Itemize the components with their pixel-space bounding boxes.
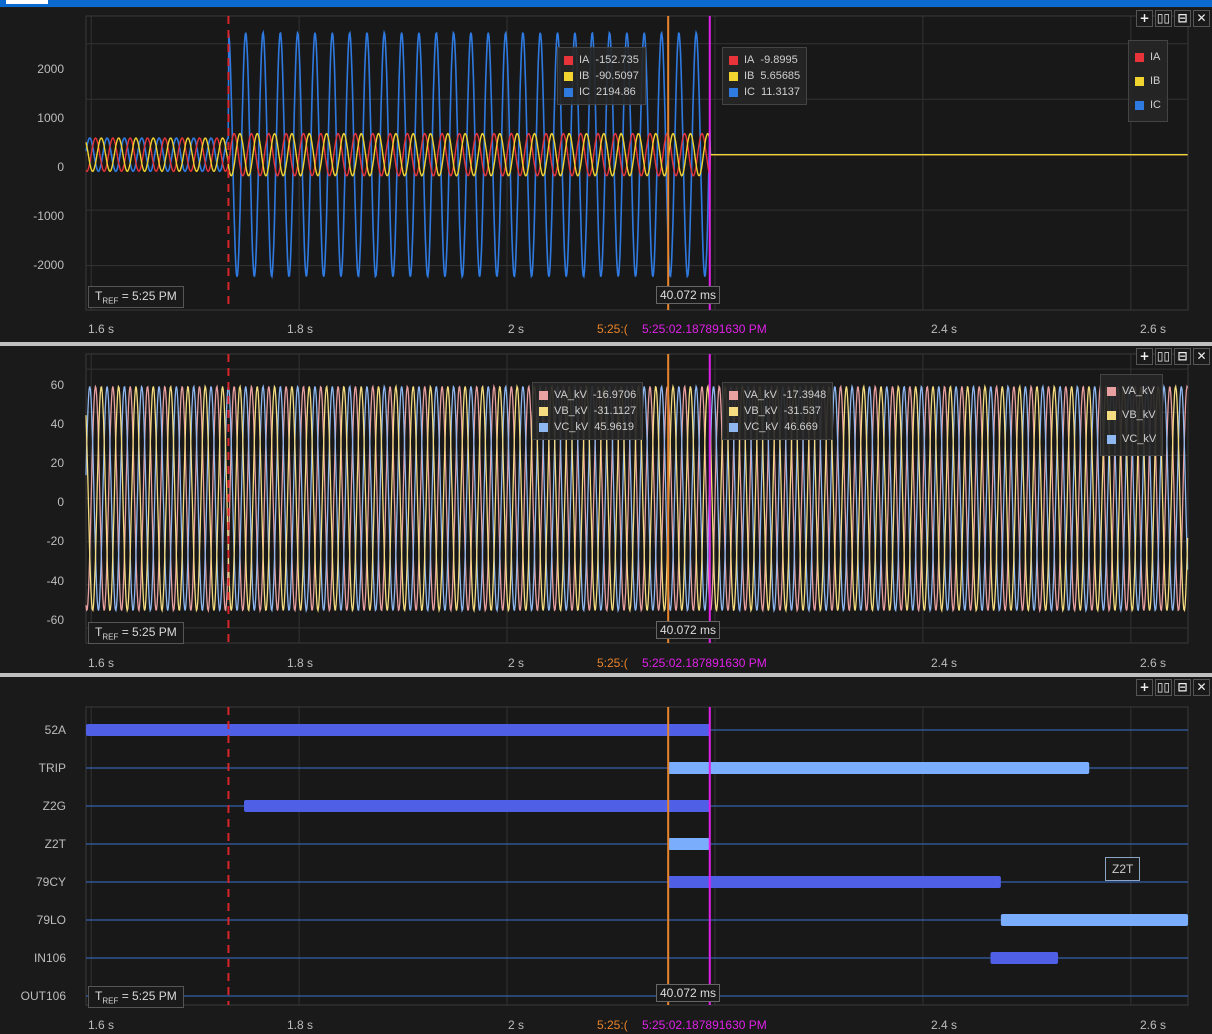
y-tick-label: 60 xyxy=(50,378,64,392)
cursor-readout-magenta: VA_kV -17.3948 VB_kV -31.537 VC_kV 46.669 xyxy=(722,382,834,440)
x-tick-label: 1.8 s xyxy=(287,322,314,336)
legend-vc[interactable]: VC_kV xyxy=(1122,433,1156,445)
y-tick-label: 0 xyxy=(57,160,64,174)
y-tick-label: -60 xyxy=(46,613,64,627)
ic-swatch xyxy=(729,87,738,97)
y-tick-label: 40 xyxy=(50,417,64,431)
split-rows-icon[interactable]: ⊟ xyxy=(1174,10,1191,27)
orange-cursor-time: 5:25:( xyxy=(597,322,628,336)
cursor-readout-orange: VA_kV -16.9706 VB_kV -31.1127 VC_kV 45.9619 xyxy=(532,382,644,440)
y-tick-label: -2000 xyxy=(33,258,64,272)
x-tick-label: 1.6 s xyxy=(88,322,115,336)
legend-vb[interactable]: VB_kV xyxy=(1122,409,1156,421)
split-columns-icon[interactable]: ▯▯ xyxy=(1155,10,1172,27)
ic-swatch xyxy=(564,87,573,97)
channel-label-79lo: 79LO xyxy=(36,913,66,927)
channel-bar-z2t xyxy=(668,838,710,850)
tref-box: TREF = 5:25 PM xyxy=(88,622,184,645)
tref-box: TREF = 5:25 PM xyxy=(88,286,184,309)
split-rows-icon[interactable]: ⊟ xyxy=(1174,679,1191,696)
cursor-delta-label: 40.072 ms xyxy=(656,984,721,1002)
channel-bar-trip xyxy=(668,762,1090,774)
voltage-chart-panel: + ▯▯ ⊟ ✕ 60 40 20 0 -20 -40 -60 TREF = 5… xyxy=(0,346,1212,673)
x-tick-label: 2.6 s xyxy=(1140,322,1167,336)
y-tick-label: 1000 xyxy=(37,111,64,125)
split-columns-icon[interactable]: ▯▯ xyxy=(1155,679,1172,696)
channel-label-z2t: Z2T xyxy=(44,837,66,851)
panel-toolbar: + ▯▯ ⊟ ✕ xyxy=(1136,348,1210,365)
tref-box: TREF = 5:25 PM xyxy=(88,986,184,1009)
channel-bar-in106 xyxy=(990,952,1059,964)
ia-swatch xyxy=(729,55,738,65)
legend-ia[interactable]: IA xyxy=(1150,51,1160,63)
channel-bar-79cy xyxy=(668,876,1001,888)
add-icon[interactable]: + xyxy=(1136,679,1153,696)
active-tab[interactable] xyxy=(6,0,48,4)
add-icon[interactable]: + xyxy=(1136,348,1153,365)
channel-bar-52a xyxy=(86,724,710,736)
cursor-delta-label: 40.072 ms xyxy=(656,621,721,639)
y-tick-label: 0 xyxy=(57,495,64,509)
split-rows-icon[interactable]: ⊟ xyxy=(1174,348,1191,365)
x-tick-label: 2.6 s xyxy=(1140,656,1167,670)
panel-toolbar: + ▯▯ ⊟ ✕ xyxy=(1136,679,1210,696)
legend-va[interactable]: VA_kV xyxy=(1122,385,1155,397)
current-chart-panel: + ▯▯ ⊟ ✕ 2000 1000 0 -1000 -2000 TREF = … xyxy=(0,8,1212,342)
x-tick-label: 2 s xyxy=(508,322,525,336)
panel-toolbar: + ▯▯ ⊟ ✕ xyxy=(1136,10,1210,27)
channel-label-out106: OUT106 xyxy=(20,989,66,1003)
split-columns-icon[interactable]: ▯▯ xyxy=(1155,348,1172,365)
x-tick-label: 1.8 s xyxy=(287,1018,314,1032)
channel-label-in106: IN106 xyxy=(33,951,66,965)
legend-ic[interactable]: IC xyxy=(1150,99,1161,111)
channel-label-79cy: 79CY xyxy=(35,875,66,889)
series-legend: VA_kV VB_kV VC_kV xyxy=(1100,374,1164,456)
magenta-cursor-time: 5:25:02.187891630 PM xyxy=(642,322,767,336)
add-icon[interactable]: + xyxy=(1136,10,1153,27)
y-tick-label: -20 xyxy=(46,534,64,548)
y-tick-label: -1000 xyxy=(33,209,64,223)
x-tick-label: 2.4 s xyxy=(931,656,958,670)
channel-label-52a: 52A xyxy=(44,723,66,737)
x-tick-label: 2.4 s xyxy=(931,1018,958,1032)
y-tick-label: 2000 xyxy=(37,62,64,76)
x-tick-label: 2 s xyxy=(508,656,525,670)
window-top-strip xyxy=(0,0,1212,7)
x-tick-label: 2 s xyxy=(508,1018,525,1032)
magenta-cursor-time: 5:25:02.187891630 PM xyxy=(642,656,767,670)
x-tick-label: 2.4 s xyxy=(931,322,958,336)
x-tick-label: 1.6 s xyxy=(88,656,115,670)
cursor-delta-label: 40.072 ms xyxy=(656,286,721,304)
y-tick-label: 20 xyxy=(50,456,64,470)
cursor-readout-orange: IA -152.735 IB -90.5097 IC 2194.86 xyxy=(557,47,646,105)
channel-label-trip: TRIP xyxy=(38,761,66,775)
orange-cursor-time: 5:25:( xyxy=(597,656,628,670)
ia-swatch xyxy=(564,55,573,65)
close-icon[interactable]: ✕ xyxy=(1193,10,1210,27)
ib-swatch xyxy=(729,71,738,81)
x-tick-label: 1.6 s xyxy=(88,1018,115,1032)
y-tick-label: -40 xyxy=(46,574,64,588)
channel-bar-z2g xyxy=(244,800,710,812)
digital-chart-panel: + ▯▯ ⊟ ✕ 52A TRIP Z2G Z2T 79CY 79LO IN10… xyxy=(0,677,1212,1034)
series-legend: IA IB IC xyxy=(1128,40,1168,122)
x-tick-label: 2.6 s xyxy=(1140,1018,1167,1032)
close-icon[interactable]: ✕ xyxy=(1193,348,1210,365)
orange-cursor-time: 5:25:( xyxy=(597,1018,628,1032)
legend-ib[interactable]: IB xyxy=(1150,75,1160,87)
channel-tooltip: Z2T xyxy=(1105,857,1141,881)
magenta-cursor-time: 5:25:02.187891630 PM xyxy=(642,1018,767,1032)
x-tick-label: 1.8 s xyxy=(287,656,314,670)
close-icon[interactable]: ✕ xyxy=(1193,679,1210,696)
ib-swatch xyxy=(564,71,573,81)
channel-label-z2g: Z2G xyxy=(42,799,66,813)
channel-bar-79lo xyxy=(1000,914,1188,926)
cursor-readout-magenta: IA -9.8995 IB 5.65685 IC 11.3137 xyxy=(722,47,808,105)
digital-chart-svg xyxy=(85,706,1189,1006)
